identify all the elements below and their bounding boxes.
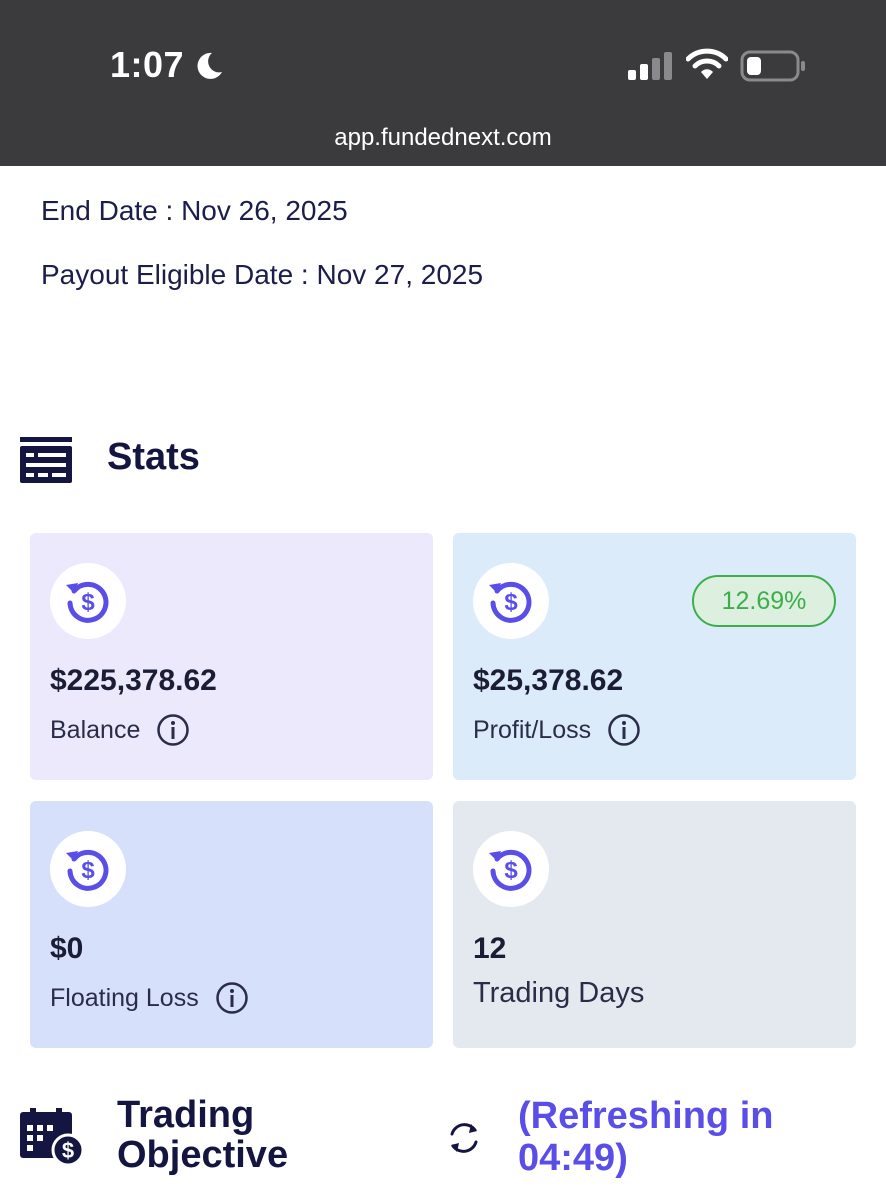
status-time: 1:07 xyxy=(110,44,185,85)
info-icon[interactable] xyxy=(607,713,641,747)
info-icon[interactable] xyxy=(156,713,190,747)
stats-icon xyxy=(20,437,72,483)
end-date: End Date : Nov 26, 2025 xyxy=(41,195,348,226)
trading-objective-title-line2: Objective xyxy=(117,1134,289,1176)
floating-loss-card: $ $0 Floating Loss xyxy=(30,801,433,1048)
refresh-countdown-line1: (Refreshing in xyxy=(518,1095,774,1137)
floating-loss-value: $0 xyxy=(50,932,84,965)
dollar-refresh-icon: $ xyxy=(473,831,549,907)
balance-card: $ $225,378.62 Balance xyxy=(30,533,433,780)
browser-status-bar: 1:07 app.fundednext.com xyxy=(0,0,886,166)
calendar-dollar-icon: $ xyxy=(20,1108,85,1166)
dollar-refresh-icon: $ xyxy=(50,563,126,639)
wifi-icon xyxy=(686,48,728,79)
trading-objective-title: Trading Objective xyxy=(117,1095,288,1175)
floating-loss-label: Floating Loss xyxy=(50,983,199,1012)
svg-text:$: $ xyxy=(62,1138,74,1163)
trading-days-card: $ 12 Trading Days xyxy=(453,801,856,1048)
dollar-refresh-icon: $ xyxy=(473,563,549,639)
svg-text:$: $ xyxy=(504,857,518,884)
profit-loss-label-row: Profit/Loss xyxy=(473,713,641,747)
signal-icon xyxy=(628,52,672,80)
svg-text:$: $ xyxy=(504,589,518,616)
moon-icon xyxy=(197,52,222,79)
info-icon[interactable] xyxy=(215,981,249,1015)
profit-percent-badge: 12.69% xyxy=(692,575,836,627)
payout-eligible-date: Payout Eligible Date : Nov 27, 2025 xyxy=(41,259,484,290)
trading-days-value: 12 xyxy=(473,932,507,965)
trading-objective-title-line1: Trading xyxy=(117,1094,255,1136)
refresh-countdown: (Refreshing in 04:49) xyxy=(518,1095,848,1179)
floating-loss-label-row: Floating Loss xyxy=(50,981,249,1015)
svg-text:$: $ xyxy=(81,857,95,884)
battery-icon xyxy=(740,50,805,82)
trading-days-label: Trading Days xyxy=(473,977,645,1009)
balance-label-row: Balance xyxy=(50,713,190,747)
balance-label: Balance xyxy=(50,715,141,744)
profit-loss-card: $ 12.69% $25,378.62 Profit/Loss xyxy=(453,533,856,780)
profit-loss-value: $25,378.62 xyxy=(473,664,624,697)
stats-title: Stats xyxy=(107,436,200,478)
dollar-refresh-icon: $ xyxy=(50,831,126,907)
profit-loss-label: Profit/Loss xyxy=(473,715,592,744)
refresh-icon[interactable] xyxy=(445,1119,483,1157)
address-bar-url[interactable]: app.fundednext.com xyxy=(0,124,886,152)
refresh-countdown-line2: 04:49) xyxy=(518,1137,628,1179)
balance-value: $225,378.62 xyxy=(50,664,217,697)
svg-text:$: $ xyxy=(81,589,95,616)
